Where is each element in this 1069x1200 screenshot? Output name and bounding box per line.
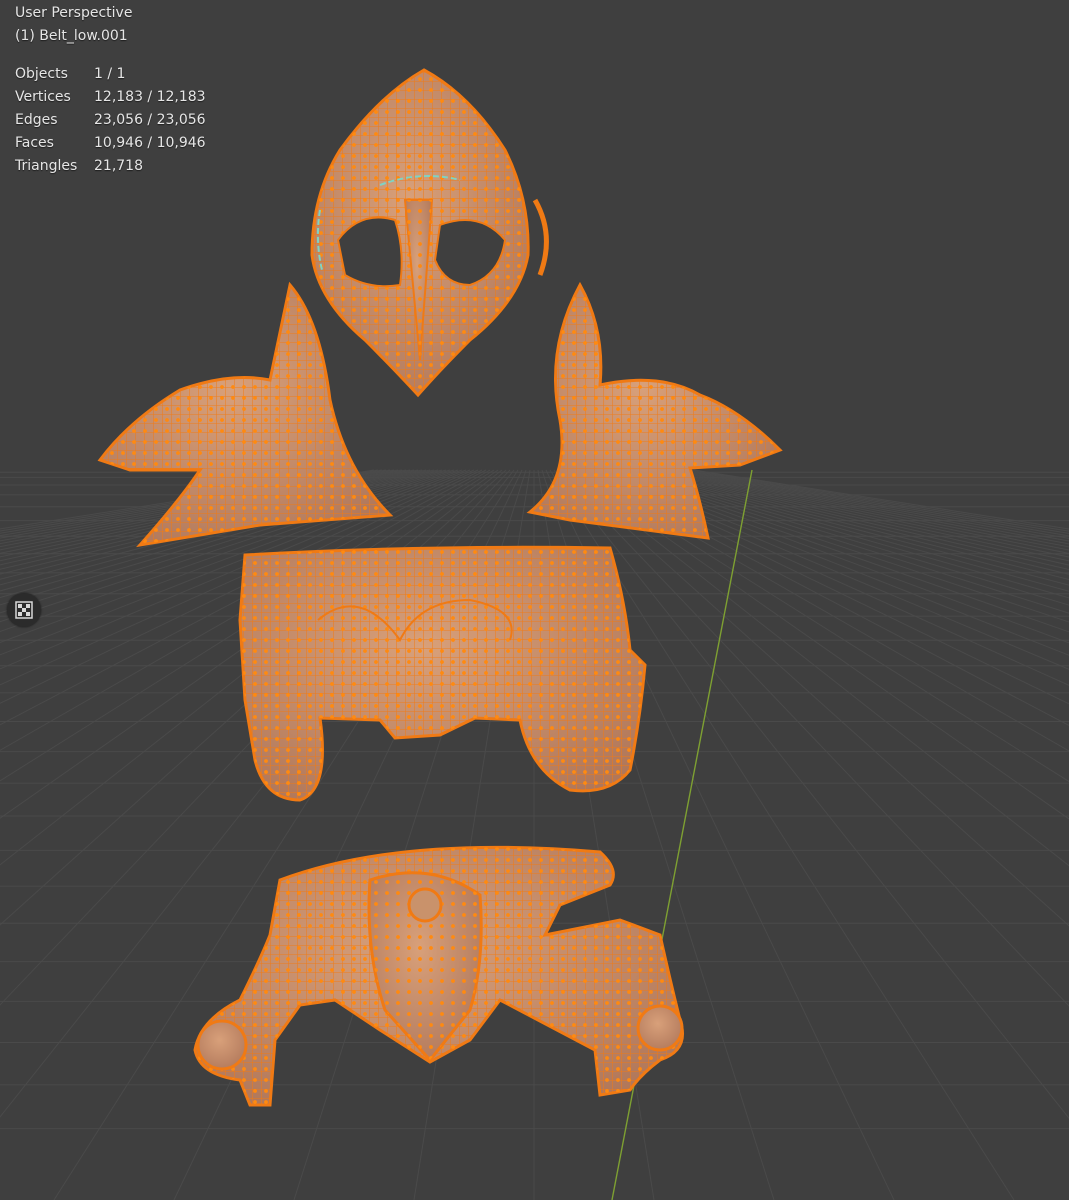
viewport-view-name: User Perspective	[15, 5, 133, 21]
stat-row-faces: Faces 10,946 / 10,946	[15, 132, 206, 155]
active-object-name: (1) Belt_low.001	[15, 28, 128, 44]
checker-grid-icon[interactable]	[7, 593, 41, 627]
stat-value: 21,718	[94, 158, 143, 174]
helmet-mesh[interactable]	[310, 68, 549, 398]
belt-mesh[interactable]	[193, 845, 684, 1107]
stat-row-vertices: Vertices 12,183 / 12,183	[15, 86, 206, 109]
y-axis-line	[611, 469, 753, 1200]
mesh-edit-view[interactable]	[0, 0, 1069, 1200]
stat-row-objects: Objects 1 / 1	[15, 63, 206, 86]
stat-label: Triangles	[15, 158, 78, 174]
stat-label: Objects	[15, 66, 68, 82]
stat-value: 10,946 / 10,946	[94, 135, 206, 151]
stat-value: 12,183 / 12,183	[94, 89, 206, 105]
stat-row-edges: Edges 23,056 / 23,056	[15, 109, 206, 132]
3d-viewport[interactable]: User Perspective (1) Belt_low.001 Object…	[0, 0, 1069, 1200]
stat-row-triangles: Triangles 21,718	[15, 155, 206, 178]
chest-mesh[interactable]	[238, 545, 647, 802]
stat-label: Vertices	[15, 89, 71, 105]
stat-value: 1 / 1	[94, 66, 126, 82]
stat-value: 23,056 / 23,056	[94, 112, 206, 128]
checker-grid-glyph	[15, 601, 33, 619]
stat-label: Edges	[15, 112, 58, 128]
scene-statistics: Objects 1 / 1 Vertices 12,183 / 12,183 E…	[15, 63, 206, 178]
right-pauldron-mesh[interactable]	[526, 281, 783, 540]
stat-label: Faces	[15, 135, 54, 151]
